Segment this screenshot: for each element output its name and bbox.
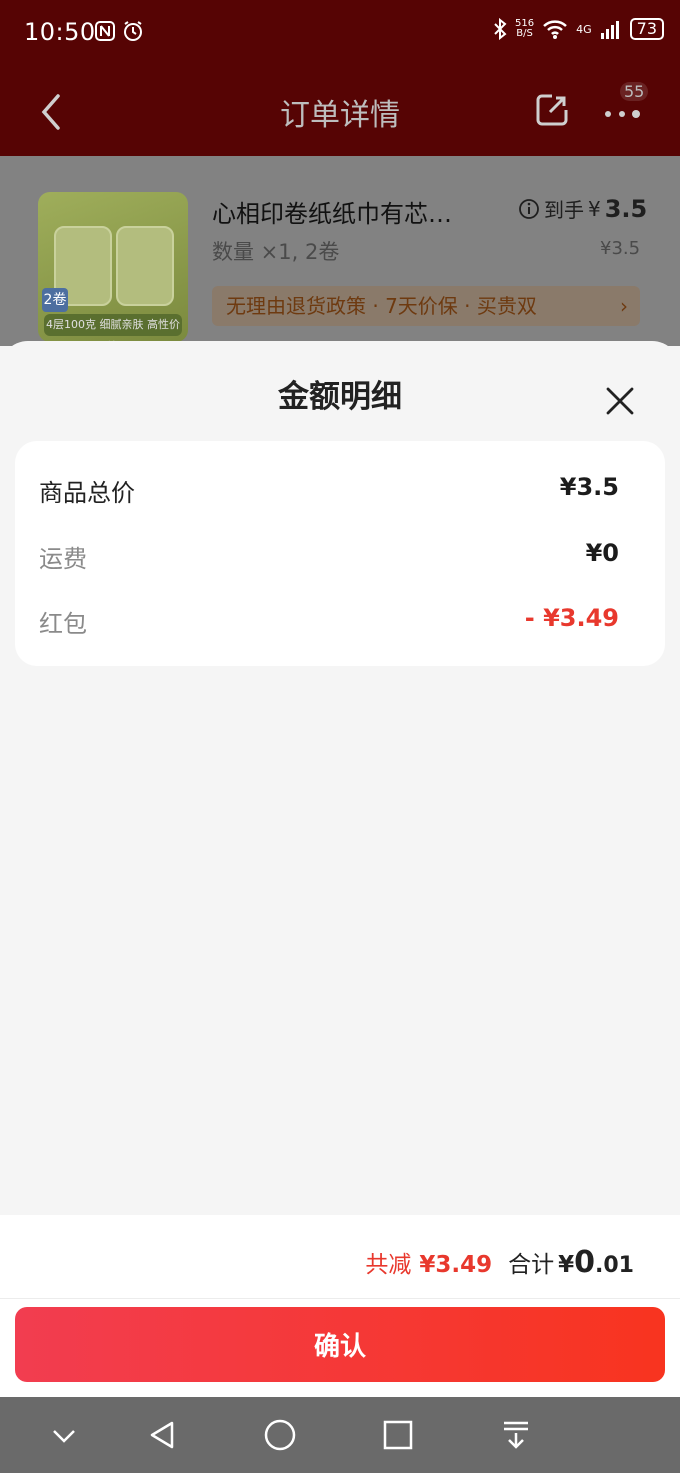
nfc-icon (95, 21, 115, 41)
product-quantity: 数量 ×1, 2卷 (212, 240, 340, 264)
back-triangle-icon[interactable] (144, 1417, 180, 1453)
share-icon[interactable] (534, 92, 570, 128)
net-speed: 516 B/S (515, 19, 534, 39)
amount-detail-card: 商品总价 ¥3.5 运费 ¥0 红包 - ¥3.49 (15, 441, 665, 666)
product-price: 到手 ¥ 3.5 (518, 194, 647, 223)
detail-row-red-packet: 红包 - ¥3.49 (15, 596, 665, 646)
confirm-button[interactable]: 确认 (15, 1307, 665, 1382)
discount-value: ¥3.49 (419, 1252, 493, 1278)
detail-row-subtotal: 商品总价 ¥3.5 (15, 465, 665, 515)
status-left-icons (94, 20, 144, 42)
product-original-price: ¥3.5 (600, 238, 641, 259)
product-image-tag: 4层100克 细腻亲肤 高性价比 (44, 314, 182, 342)
policy-text: 无理由退货政策 · 7天价保 · 买贵双 (226, 294, 537, 318)
detail-label: 运费 (39, 545, 87, 573)
confirm-area: 确认 (0, 1299, 680, 1397)
chevron-down-icon[interactable] (46, 1417, 82, 1453)
battery-indicator: 73 (629, 18, 664, 40)
product-title[interactable]: 心相印卷纸纸巾有芯… (212, 194, 502, 229)
product-image-roll-right (116, 226, 174, 306)
message-count-badge: 55 (620, 82, 649, 101)
product-image[interactable]: 2卷 4层100克 细腻亲肤 高性价比 (38, 192, 188, 342)
total-label: 合计 (508, 1252, 555, 1278)
info-icon[interactable] (518, 198, 540, 220)
product-card: 2卷 4层100克 细腻亲肤 高性价比 心相印卷纸纸巾有芯… 到手 ¥ 3.5 … (0, 156, 680, 346)
total-symbol: ¥ (558, 1252, 575, 1278)
service-policy-strip[interactable]: 无理由退货政策 · 7天价保 · 买贵双 › (212, 286, 640, 326)
price-symbol: ¥ (588, 196, 601, 221)
status-bar: 10:50 516 B/S 4G 73 (0, 0, 680, 66)
price-value: 3.5 (604, 194, 648, 223)
signal-icon (600, 21, 619, 39)
price-prefix: 到手 (544, 198, 584, 222)
detail-label: 商品总价 (39, 479, 135, 507)
recents-square-icon[interactable] (380, 1417, 416, 1453)
sheet-title: 金额明细 (278, 379, 402, 415)
wifi-icon (543, 20, 567, 39)
total-integer: 0 (574, 1245, 596, 1280)
page-title: 订单详情 (280, 98, 400, 133)
discount-label: 共减 (365, 1252, 412, 1278)
detail-value: ¥3.5 (559, 473, 619, 501)
product-image-badge: 2卷 (42, 288, 68, 312)
bluetooth-icon (494, 18, 507, 40)
detail-value: ¥0 (585, 539, 619, 567)
total-decimal: .01 (595, 1253, 634, 1278)
detail-value: - ¥3.49 (524, 604, 619, 632)
nav-bar: 订单详情 55 (0, 66, 680, 156)
summary-bar: 共减 ¥3.49 合计 ¥ 0 .01 (0, 1215, 680, 1299)
alarm-icon (124, 21, 142, 41)
chevron-right-icon: › (620, 294, 628, 318)
close-icon[interactable] (604, 385, 636, 417)
detail-row-shipping: 运费 ¥0 (15, 531, 665, 581)
notification-pull-icon[interactable] (498, 1417, 534, 1453)
detail-label: 红包 (39, 610, 87, 638)
summary-text: 共减 ¥3.49 合计 ¥ 0 .01 (365, 1245, 634, 1280)
status-right: 516 B/S 4G 73 (493, 18, 664, 40)
net-speed-unit: B/S (516, 28, 533, 39)
home-circle-icon[interactable] (262, 1417, 298, 1453)
status-time: 10:50 (24, 18, 96, 46)
network-type: 4G (576, 22, 592, 36)
system-nav-bar (0, 1397, 680, 1473)
